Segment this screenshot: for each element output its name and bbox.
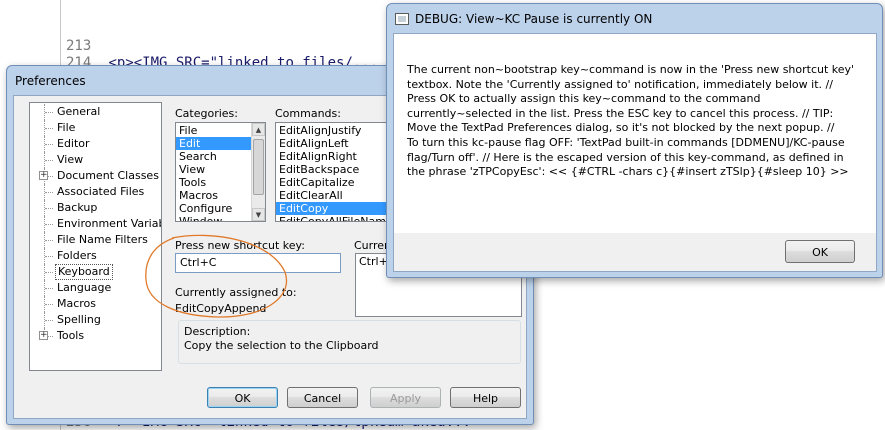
tree-connector (45, 256, 53, 257)
tree-item-label: Tools (57, 329, 85, 342)
description-label: Description: (184, 325, 251, 338)
tree-item-backup[interactable]: Backup (30, 200, 161, 216)
line-number: 213 (66, 38, 92, 54)
tree-item-label: Environment Variables (57, 217, 161, 230)
tree-item-macros[interactable]: Macros (30, 296, 161, 312)
debug-ok-button[interactable]: OK (785, 240, 855, 263)
debug-message-line: Press OK to actually assign this key~com… (407, 92, 761, 106)
tree-item-label: File (57, 121, 76, 134)
tree-connector (45, 304, 53, 305)
tree-item-label: Editor (57, 137, 90, 150)
ok-button[interactable]: OK (207, 387, 278, 408)
tree-connector (45, 128, 53, 129)
tree-connector (45, 272, 53, 273)
debug-message-line: To turn this kc-pause flag OFF: 'TextPad… (407, 135, 845, 149)
tree-item-label: File Name Filters (57, 233, 148, 246)
tree-item-general[interactable]: General (30, 104, 161, 120)
commands-label: Commands: (275, 107, 341, 120)
tree-item-label: Keyboard (55, 264, 113, 280)
editor-line: 213 (66, 38, 100, 54)
tree-item-label: Associated Files (57, 185, 145, 198)
description-text: Copy the selection to the Clipboard (184, 339, 379, 352)
tree-item-view[interactable]: View (30, 152, 161, 168)
tree-item-tools[interactable]: + Tools (30, 328, 161, 344)
tree-connector (45, 192, 53, 193)
tree-connector (45, 240, 53, 241)
tree-connector (45, 208, 53, 209)
expand-plus-icon[interactable]: + (39, 331, 48, 340)
debug-message-line: The current non~bootstrap key~command is… (407, 63, 855, 76)
tree-item-folders[interactable]: Folders (30, 248, 161, 264)
tree-connector (45, 160, 53, 161)
tree-item-language[interactable]: Language (30, 280, 161, 296)
app-window-icon (395, 13, 409, 25)
scroll-up-icon[interactable]: ▲ (252, 123, 265, 136)
tree-connector (45, 144, 53, 145)
preferences-title: Preferences (15, 74, 86, 88)
tree-item-associated-files[interactable]: Associated Files (30, 184, 161, 200)
categories-label: Categories: (175, 107, 238, 120)
tree-item-environment-variables[interactable]: Environment Variables (30, 216, 161, 232)
debug-message-line: the phrase 'zTPCopyEsc': << {#CTRL -char… (407, 165, 849, 179)
tree-item-editor[interactable]: Editor (30, 136, 161, 152)
shortcut-key-input[interactable]: Ctrl+C (175, 253, 341, 273)
tree-item-label: Language (57, 281, 112, 294)
debug-client: The current non~bootstrap key~command is… (393, 33, 877, 272)
tree-item-label: View (57, 153, 84, 166)
tree-item-file-name-filters[interactable]: File Name Filters (30, 232, 161, 248)
preferences-tree: General File Editor View + Document Classes As… (29, 102, 162, 371)
tree-item-label: General (57, 105, 101, 118)
tree-item-file[interactable]: File (30, 120, 161, 136)
help-button[interactable]: Help (450, 387, 521, 408)
tree-connector (45, 320, 53, 321)
categories-scrollbar[interactable]: ▲ ▼ (251, 123, 265, 221)
expand-plus-icon[interactable]: + (39, 171, 48, 180)
tree-connector (45, 112, 53, 113)
debug-message-line: textbox. Note the 'Currently assigned to… (407, 77, 833, 91)
tree-item-document-classes[interactable]: + Document Classes (30, 168, 161, 184)
apply-button[interactable]: Apply (370, 387, 441, 408)
tree-item-spelling[interactable]: Spelling (30, 312, 161, 328)
debug-titlebar[interactable]: DEBUG: View~KC Pause is currently ON (387, 4, 882, 34)
debug-dialog: DEBUG: View~KC Pause is currently ON The… (386, 3, 883, 278)
debug-message-area: The current non~bootstrap key~command is… (394, 34, 876, 233)
tree-item-label: Macros (57, 297, 97, 310)
cancel-button[interactable]: Cancel (287, 387, 358, 408)
scroll-down-icon[interactable]: ▼ (252, 208, 265, 221)
tree-item-label: Document Classes (57, 169, 159, 182)
debug-message: The current non~bootstrap key~command is… (407, 63, 855, 180)
tree-item-label: Spelling (57, 313, 101, 326)
tree-connector (45, 224, 53, 225)
categories-list[interactable]: File Edit Search View Tools Macros Configure Wi… (175, 122, 266, 222)
debug-message-line: currently~selected in the list. Press th… (407, 106, 834, 120)
assigned-value: EditCopyAppend (175, 302, 267, 315)
tree-item-keyboard[interactable]: Keyboard (30, 264, 161, 280)
tree-item-label: Backup (57, 201, 98, 214)
scroll-thumb[interactable] (253, 139, 264, 195)
debug-title: DEBUG: View~KC Pause is currently ON (415, 12, 653, 26)
debug-message-line: flag/Turn off'. // Here is the escaped v… (407, 150, 844, 164)
tree-item-label: Folders (57, 249, 97, 262)
assigned-label: Currently assigned to: (175, 286, 297, 299)
press-shortcut-label: Press new shortcut key: (175, 239, 305, 252)
tree-connector (45, 288, 53, 289)
debug-message-line: Move the TextPad Preferences dialog, so … (407, 121, 835, 135)
